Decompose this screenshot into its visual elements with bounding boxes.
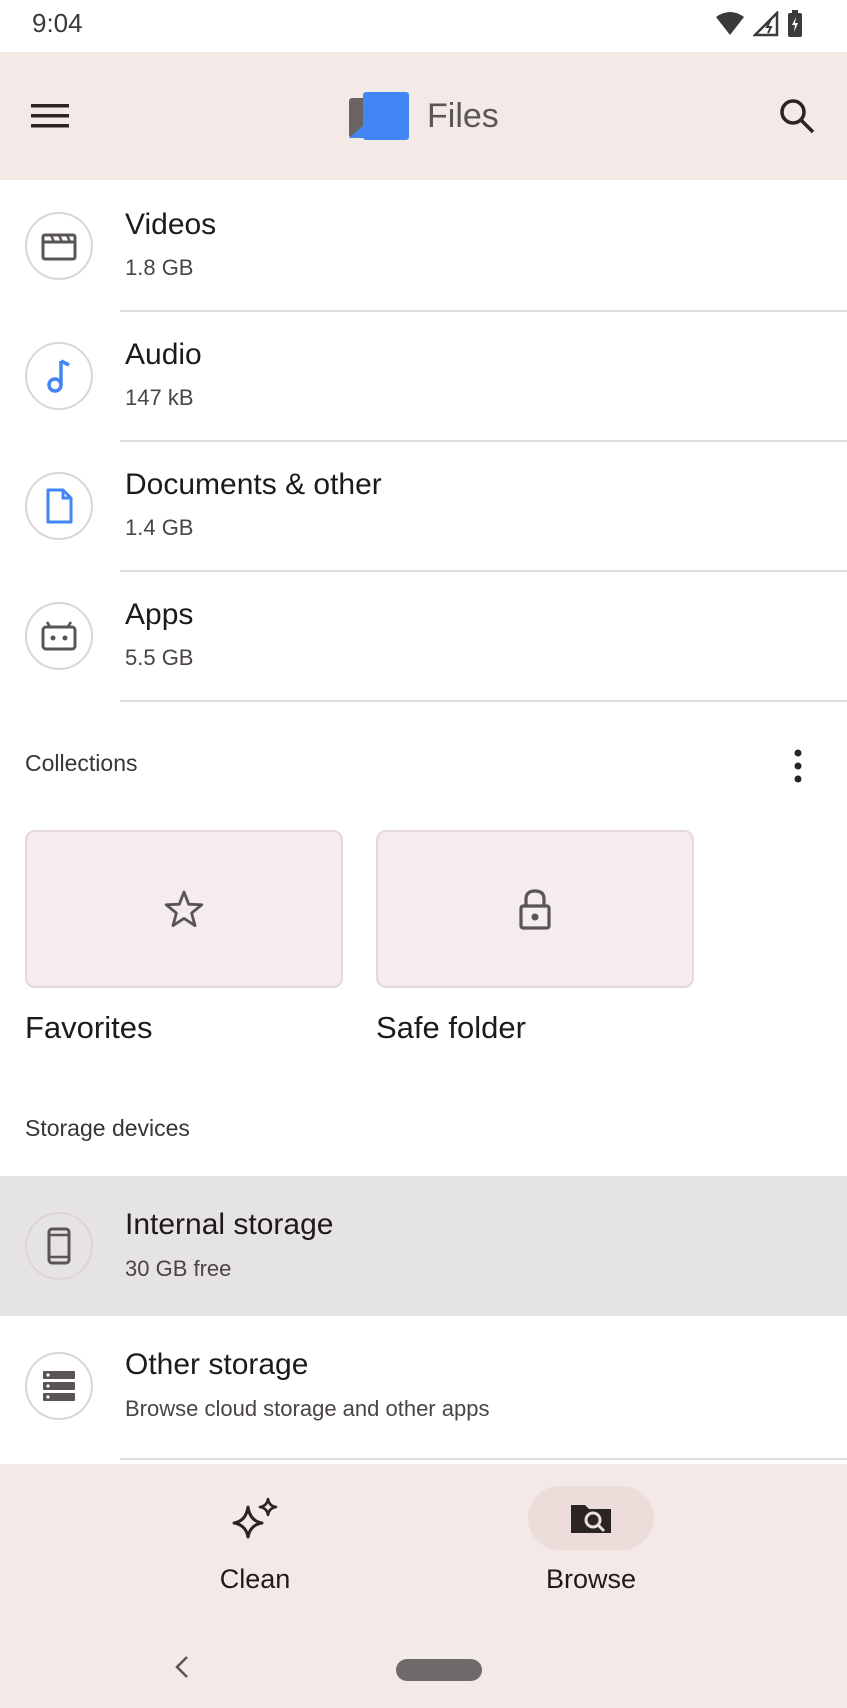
collections-more-button[interactable] [778,744,818,788]
app-title: Files [427,96,499,135]
category-list: Videos 1.8 GB Audio 147 kB Documents & o… [0,182,847,702]
storage-devices-heading: Storage devices [25,1115,190,1141]
category-item-apps[interactable]: Apps 5.5 GB [0,572,847,702]
category-title: Videos [125,208,217,241]
nav-clean-icon-container [192,1486,318,1550]
top-app-bar: Files [0,52,847,180]
storage-subtitle: Browse cloud storage and other apps [125,1396,490,1421]
video-icon [25,212,93,280]
system-home-handle[interactable] [396,1659,482,1681]
signal-icon [753,11,779,37]
more-vertical-icon [794,749,802,783]
lock-icon [519,889,551,930]
back-chevron-icon [175,1656,188,1678]
search-icon [780,99,815,134]
status-icons [715,10,803,38]
nav-clean[interactable]: Clean [175,1486,335,1595]
storage-item-other[interactable]: Other storage Browse cloud storage and o… [0,1316,847,1460]
favorites-label: Favorites [25,1010,153,1045]
storage-subtitle: 30 GB free [125,1256,232,1281]
favorites-card[interactable] [25,830,343,988]
search-button[interactable] [769,88,825,144]
files-logo-icon [349,92,409,140]
divider [120,700,847,702]
status-bar: 9:04 [0,0,847,52]
wifi-icon [716,12,744,35]
storage-title: Other storage [125,1348,309,1381]
category-title: Audio [125,338,202,371]
status-time: 9:04 [32,8,83,38]
star-icon [164,890,204,927]
category-size: 5.5 GB [125,645,194,670]
nav-clean-label: Clean [219,1564,291,1594]
nav-browse[interactable]: Browse [511,1486,671,1595]
category-title: Apps [125,598,194,631]
storage-icon [25,1352,93,1420]
category-title: Documents & other [125,468,382,501]
nav-browse-icon-container [528,1486,654,1550]
category-size: 147 kB [125,385,194,410]
menu-button[interactable] [22,88,78,144]
system-back-button[interactable] [170,1652,194,1682]
divider [120,1458,847,1460]
document-icon [25,472,93,540]
browse-folder-icon [571,1505,611,1533]
storage-title: Internal storage [125,1208,334,1241]
hamburger-menu-icon [31,104,69,128]
phone-icon [25,1212,93,1280]
collections-heading: Collections [25,750,138,776]
category-item-videos[interactable]: Videos 1.8 GB [0,182,847,312]
storage-item-internal[interactable]: Internal storage 30 GB free [0,1176,847,1316]
category-item-audio[interactable]: Audio 147 kB [0,312,847,442]
android-icon [25,602,93,670]
battery-icon [788,10,802,37]
safe-folder-label: Safe folder [376,1010,526,1045]
category-item-documents[interactable]: Documents & other 1.4 GB [0,442,847,572]
app-brand: Files [349,92,499,140]
category-size: 1.4 GB [125,515,194,540]
sparkle-icon [232,1497,278,1539]
music-note-icon [25,342,93,410]
category-size: 1.8 GB [125,255,194,280]
safe-folder-card[interactable] [376,830,694,988]
nav-browse-label: Browse [545,1564,637,1594]
